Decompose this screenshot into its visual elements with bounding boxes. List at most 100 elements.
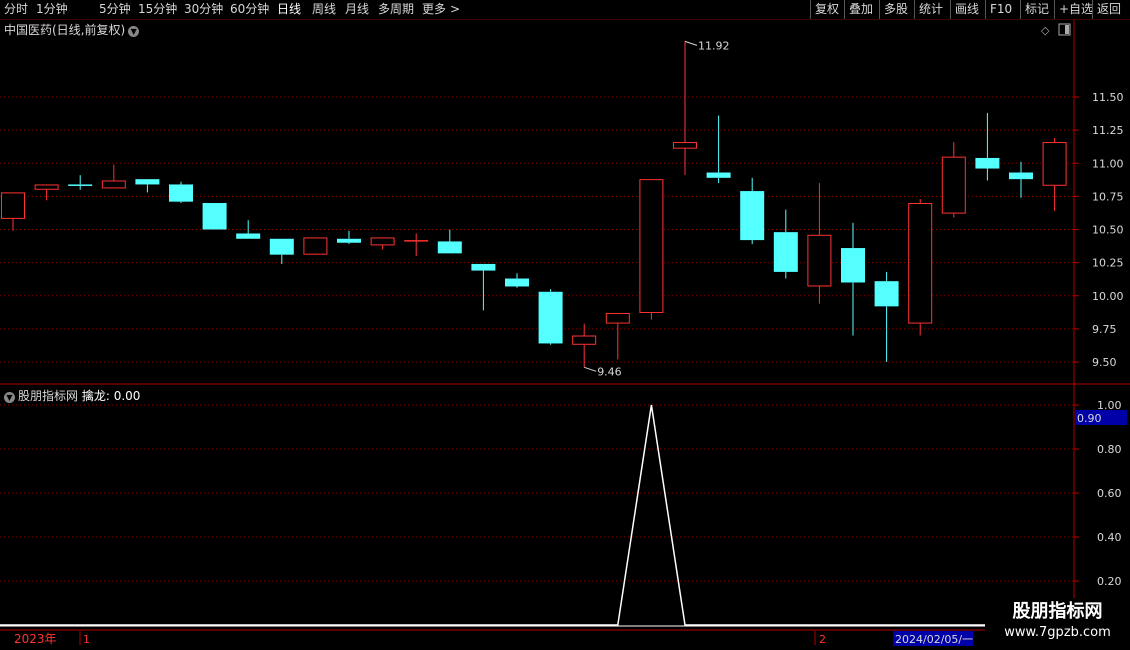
- date-badge: 2024/02/05/一: [895, 633, 973, 646]
- indicator-name: 股朋指标网: [18, 389, 79, 403]
- tab-15min[interactable]: 15分钟: [138, 0, 177, 19]
- watermark-url: www.7gpzb.com: [1004, 625, 1111, 640]
- tab-intraday[interactable]: 分时: [4, 0, 28, 19]
- candle-body-up: [572, 335, 597, 345]
- candle-body-down: [975, 157, 1000, 169]
- diamond-icon[interactable]: ◇: [1041, 24, 1050, 37]
- candle: [841, 222, 865, 336]
- f10-button[interactable]: F10: [985, 0, 1016, 19]
- multi-stock-button[interactable]: 多股: [879, 0, 912, 19]
- candle: [471, 263, 496, 311]
- main-panel-title: 中国医药(日线,前复权) ▼: [4, 21, 140, 38]
- price-tick-label: 11.00: [1092, 157, 1124, 170]
- candle-body-up: [908, 203, 933, 324]
- watermark: 股朋指标网 www.7gpzb.com: [985, 598, 1130, 650]
- candle: [404, 233, 429, 256]
- candle-body-up: [404, 240, 429, 242]
- candle-body-up: [639, 179, 664, 313]
- candle: [874, 271, 899, 362]
- candle-body-down: [538, 291, 563, 344]
- candle: [1042, 138, 1067, 211]
- panel-toggle-icon-fill: [1065, 25, 1069, 34]
- indicator-line: [0, 404, 1055, 626]
- candle-body-down: [135, 179, 160, 185]
- price-tick-label: 9.50: [1092, 356, 1117, 369]
- candle-body-up: [34, 184, 59, 190]
- tab-5min[interactable]: 5分钟: [99, 0, 131, 19]
- candle: [605, 312, 630, 360]
- sub-panel-title: ▼ 股朋指标网 擒龙: 0.00: [4, 387, 140, 404]
- back-button[interactable]: 返回: [1092, 0, 1125, 19]
- indicator-value-badge: 0.90: [1077, 412, 1102, 425]
- candle: [202, 203, 227, 230]
- tab-daily[interactable]: 日线: [277, 0, 301, 19]
- candle: [706, 115, 731, 184]
- price-tick-label: 9.75: [1092, 323, 1117, 336]
- candle: [1, 192, 25, 231]
- statistics-button[interactable]: 统计: [914, 0, 947, 19]
- stock-title: 中国医药(日线,前复权): [4, 23, 126, 37]
- candle: [505, 273, 529, 288]
- candle-body-down: [337, 238, 361, 243]
- chevron-down-icon[interactable]: ▼: [128, 26, 140, 37]
- candle-body-down: [874, 281, 899, 307]
- candle-body-up: [605, 312, 630, 324]
- indicator-tick-label: 0.20: [1097, 575, 1122, 588]
- candle-body-down: [505, 278, 529, 287]
- add-watchlist-button[interactable]: +自选: [1054, 0, 1097, 19]
- candle: [941, 142, 966, 218]
- candle: [370, 237, 395, 250]
- low-price-marker: 9.46: [597, 365, 622, 378]
- candle: [1009, 161, 1033, 198]
- candle-body-up: [1042, 142, 1067, 186]
- candle-body-down: [169, 184, 193, 202]
- drawing-button[interactable]: 画线: [950, 0, 983, 19]
- candle: [269, 238, 294, 264]
- tab-30min[interactable]: 30分钟: [184, 0, 223, 19]
- candle-body-down: [471, 263, 496, 271]
- candle-body-down: [773, 232, 798, 272]
- candle: [975, 112, 1000, 181]
- candle-body-down: [706, 172, 731, 178]
- tab-monthly[interactable]: 月线: [345, 0, 369, 19]
- candle-body-down: [841, 248, 865, 283]
- high-marker-leader: [684, 40, 698, 46]
- candle-body-down: [1009, 172, 1033, 180]
- chart-canvas[interactable]: 11.5011.2511.0010.7510.5010.2510.009.759…: [0, 0, 1130, 650]
- price-tick-label: 11.50: [1092, 91, 1124, 104]
- candle: [437, 229, 462, 254]
- candle: [807, 183, 832, 304]
- price-tick-label: 10.25: [1092, 257, 1124, 270]
- candle-body-up: [1, 192, 25, 219]
- low-marker-leader: [584, 366, 597, 372]
- mark-button[interactable]: 标记: [1020, 0, 1053, 19]
- candlestick-series: [1, 41, 1067, 368]
- adjust-button[interactable]: 复权: [810, 0, 843, 19]
- month-label-2: 2: [819, 633, 826, 646]
- tab-multi-period[interactable]: 多周期: [378, 0, 414, 19]
- candle-body-up: [370, 237, 395, 246]
- candle: [34, 184, 59, 201]
- month-label-1: 1: [83, 633, 90, 646]
- candle-body-down: [740, 191, 765, 241]
- sub-grid: [0, 404, 1074, 582]
- candle: [135, 179, 160, 193]
- candle: [773, 209, 798, 279]
- candle: [101, 164, 126, 189]
- tab-weekly[interactable]: 周线: [312, 0, 336, 19]
- more-chevron-icon[interactable]: >: [450, 0, 460, 19]
- overlay-button[interactable]: 叠加: [844, 0, 877, 19]
- tab-1min[interactable]: 1分钟: [36, 0, 68, 19]
- series-label: 擒龙: [81, 389, 106, 403]
- price-axis: 11.50 11.25 11.00 10.75 10.50 10.25 10.00 9.75 9…: [1074, 91, 1124, 369]
- chevron-down-icon[interactable]: ▼: [4, 392, 15, 403]
- candle-body-down: [269, 238, 294, 255]
- tab-more[interactable]: 更多: [422, 0, 446, 19]
- indicator-tick-label: 0.80: [1097, 443, 1122, 456]
- candle-body-down: [202, 203, 227, 230]
- series-value: 0.00: [113, 389, 141, 403]
- candle-body-up: [303, 237, 328, 255]
- candle-body-down: [236, 233, 261, 239]
- indicator-tick-label: 0.60: [1097, 487, 1122, 500]
- tab-60min[interactable]: 60分钟: [230, 0, 269, 19]
